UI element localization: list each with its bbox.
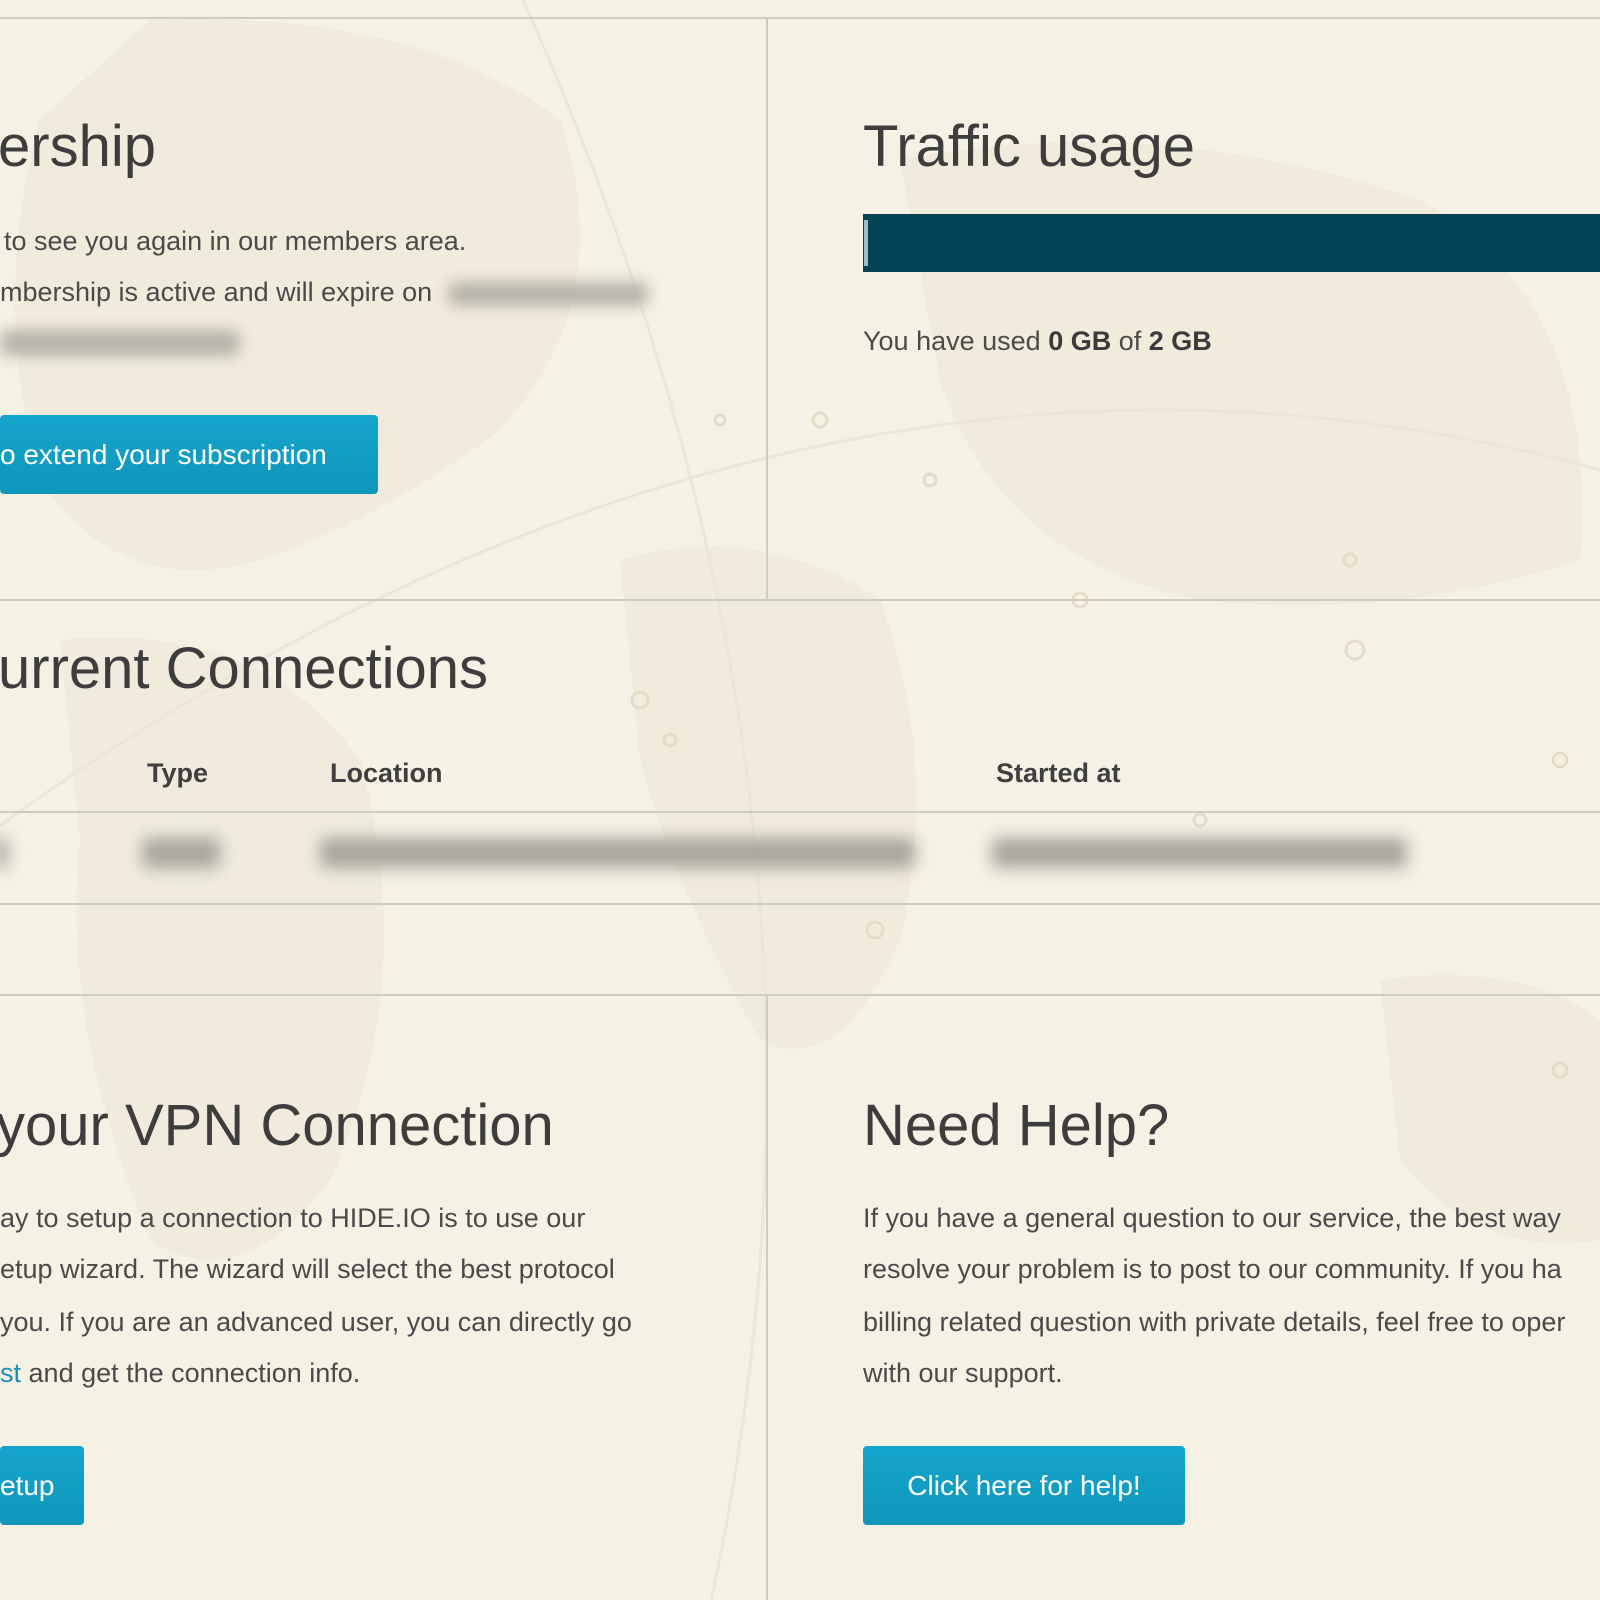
setup-text-line-3: you. If you are an advanced user, you ca…: [0, 1307, 632, 1337]
setup-title: your VPN Connection: [0, 1093, 554, 1158]
section-divider: [0, 599, 1600, 601]
setup-text-line-4: st and get the connection info.: [0, 1360, 360, 1387]
table-divider: [0, 903, 1600, 905]
help-text-line-3: billing related question with private de…: [863, 1307, 1566, 1337]
column-divider: [766, 17, 768, 600]
setup-text-line-1: ay to setup a connection to HIDE.IO is t…: [0, 1203, 586, 1233]
section-divider: [0, 17, 1600, 19]
connections-title: urrent Connections: [0, 636, 489, 701]
traffic-progress-fill: [863, 214, 1600, 272]
help-button[interactable]: Click here for help!: [863, 1446, 1185, 1525]
column-header-type: Type: [147, 758, 209, 788]
traffic-progress-bar: [863, 214, 1600, 272]
help-text-line-4: with our support.: [863, 1358, 1063, 1388]
section-divider: [0, 994, 1600, 996]
redacted-expiry-time: [0, 330, 240, 356]
setup-text-line-2: etup wizard. The wizard will select the …: [0, 1254, 615, 1284]
traffic-of-text: of: [1118, 326, 1142, 356]
traffic-usage-text: You have used 0 GB of 2 GB: [863, 328, 1212, 355]
table-divider: [0, 811, 1600, 813]
redacted-connection-type: [142, 838, 220, 868]
help-text-line-1: If you have a general question to our se…: [863, 1203, 1561, 1233]
column-header-started-at: Started at: [996, 758, 1121, 788]
membership-status-label: mbership is active and will expire on: [0, 277, 433, 307]
column-header-location: Location: [330, 758, 443, 788]
traffic-total-value: 2 GB: [1148, 326, 1212, 356]
setup-text-line-4-rest: and get the connection info.: [28, 1358, 361, 1388]
setup-button[interactable]: etup: [0, 1446, 84, 1525]
traffic-progress-marker: [864, 220, 868, 266]
redacted-connection-started: [992, 838, 1407, 868]
help-text-line-2: resolve your problem is to post to our c…: [863, 1254, 1562, 1284]
redacted-connection-id: [0, 838, 8, 868]
redacted-connection-location: [320, 838, 915, 868]
column-divider: [766, 994, 768, 1600]
extend-subscription-button[interactable]: o extend your subscription: [0, 415, 378, 494]
server-list-link[interactable]: st: [0, 1358, 21, 1388]
membership-status-text: mbership is active and will expire on: [0, 279, 648, 306]
traffic-used-prefix: You have used: [863, 326, 1041, 356]
redacted-expiry-date: [447, 281, 648, 306]
traffic-used-value: 0 GB: [1048, 326, 1112, 356]
membership-title: ership: [0, 114, 156, 179]
membership-welcome-text: to see you again in our members area.: [4, 226, 467, 256]
traffic-title: Traffic usage: [863, 114, 1196, 179]
help-title: Need Help?: [863, 1093, 1170, 1158]
